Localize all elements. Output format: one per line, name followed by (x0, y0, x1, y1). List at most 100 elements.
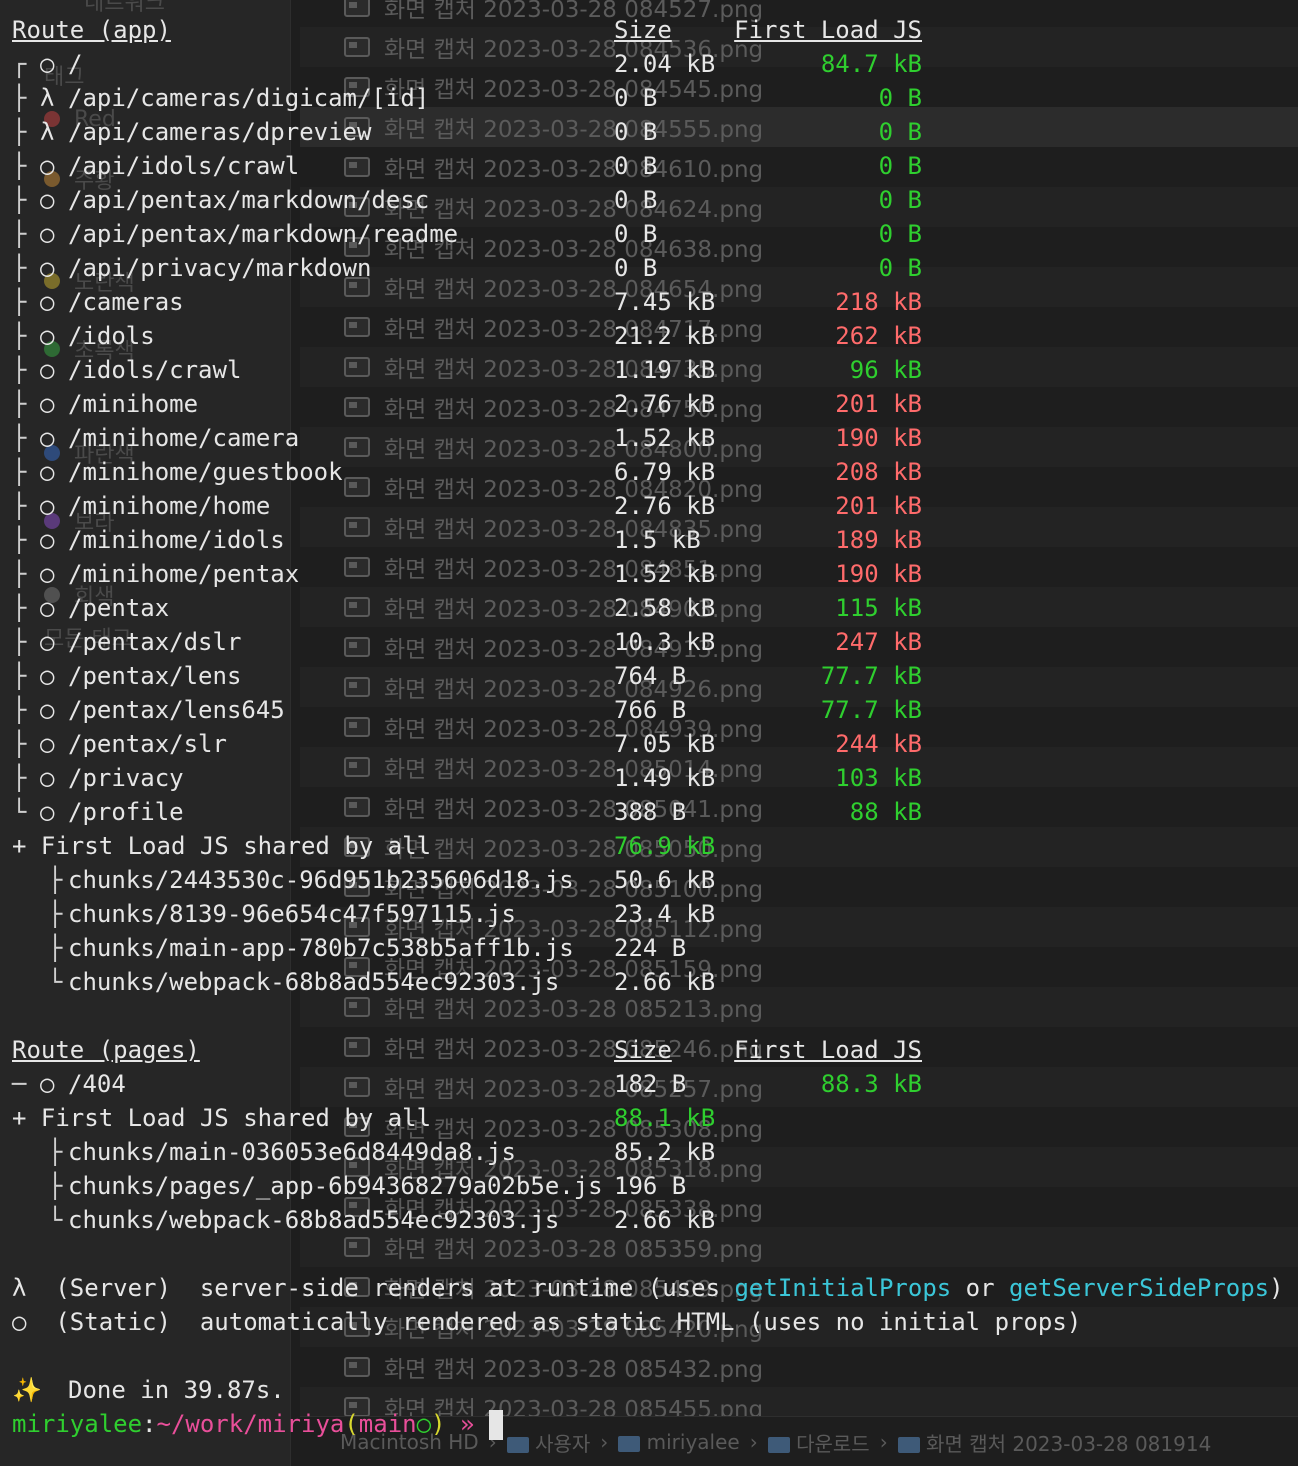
tree-branch: ├ (12, 424, 27, 452)
chunk-row: ├ chunks/main-036053e6d8449da8.js 85.2 kB (0, 1135, 1298, 1169)
route-first-load: 0 B (878, 84, 922, 112)
tree-branch: └ (48, 968, 63, 996)
route-row: ├ ○ /pentax/slr 7.05 kB 244 kB (0, 727, 1298, 761)
route-type-symbol: ○ (40, 1070, 55, 1098)
shell-prompt: miriyalee:~/work/miriya(main○) » (0, 1407, 1298, 1441)
route-size: 1.52 kB (614, 424, 716, 452)
chunk-size: 2.66 kB (614, 968, 716, 996)
route-row: ├ ○ /pentax/dslr 10.3 kB 247 kB (0, 625, 1298, 659)
route-first-load: 201 kB (835, 492, 922, 520)
table-header: Route (app) Size First Load JS (0, 13, 1298, 47)
route-type-symbol: ○ (40, 186, 55, 214)
tree-branch: ├ (12, 118, 27, 146)
prompt-branch-open: ( (344, 1410, 359, 1438)
route-size: 766 B (614, 696, 687, 724)
done-line: ✨ Done in 39.87s. (0, 1373, 1298, 1407)
route-first-load: 247 kB (835, 628, 922, 656)
shared-size: 76.9 kB (614, 832, 716, 860)
shared-label: + First Load JS shared by all (12, 1104, 432, 1132)
route-path: / (68, 50, 83, 78)
prompt[interactable]: miriyalee:~/work/miriya(main○) » (12, 1407, 503, 1441)
tree-branch: ├ (12, 458, 27, 486)
route-size: 0 B (614, 84, 658, 112)
route-row: ├ ○ /api/privacy/markdown 0 B 0 B (0, 251, 1298, 285)
route-size: 182 B (614, 1070, 687, 1098)
route-type-symbol: ○ (40, 764, 55, 792)
legend-static-text: ○ (Static) automatically rendered as sta… (12, 1305, 1081, 1339)
route-size: 1.5 kB (614, 526, 701, 554)
route-row: ├ ○ /pentax/lens645 766 B 77.7 kB (0, 693, 1298, 727)
route-type-symbol: ○ (40, 492, 55, 520)
route-first-load: 77.7 kB (820, 662, 922, 690)
route-size: 0 B (614, 152, 658, 180)
route-path: /idols/crawl (68, 356, 242, 384)
route-path: /pentax/dslr (68, 628, 242, 656)
sparkles-icon: ✨ (12, 1376, 42, 1404)
tree-branch: ├ (12, 152, 27, 180)
route-path: /privacy (68, 764, 184, 792)
tree-branch: ├ (12, 730, 27, 758)
route-first-load: 0 B (878, 254, 922, 282)
tree-branch: ├ (12, 322, 27, 350)
route-path: /idols (68, 322, 155, 350)
route-size: 2.76 kB (614, 390, 716, 418)
route-size: 1.19 kB (614, 356, 716, 384)
chunk-size: 196 B (614, 1172, 687, 1200)
route-row: ├ ○ /minihome/camera 1.52 kB 190 kB (0, 421, 1298, 455)
first-load-column-header: First Load JS (734, 1036, 922, 1064)
legend-kind: (Server) (55, 1274, 171, 1302)
tree-branch: ─ (12, 1070, 27, 1098)
route-path: /api/idols/crawl (68, 152, 300, 180)
size-column-header: Size (614, 16, 672, 44)
tree-branch: ├ (12, 764, 27, 792)
route-path: /pentax/lens645 (68, 696, 285, 724)
route-size: 0 B (614, 186, 658, 214)
chunk-name: chunks/webpack-68b8ad554ec92303.js (68, 1206, 560, 1234)
tree-branch: ├ (48, 1172, 63, 1200)
route-path: /pentax/lens (68, 662, 242, 690)
tree-branch: ┌ (12, 50, 27, 78)
legend-kind: (Static) (55, 1308, 171, 1336)
chunk-row: ├ chunks/pages/_app-6b94368279a02b5e.js 19… (0, 1169, 1298, 1203)
tree-branch: ├ (48, 866, 63, 894)
route-type-symbol: ○ (40, 662, 55, 690)
route-size: 2.76 kB (614, 492, 716, 520)
route-row: ─ ○ /404 182 B 88.3 kB (0, 1067, 1298, 1101)
route-type-symbol: λ (40, 118, 55, 146)
text-cursor[interactable] (488, 1410, 503, 1440)
route-path: /minihome/idols (68, 526, 285, 554)
prompt-dirty-indicator: ○ (416, 1410, 432, 1438)
route-type-symbol: ○ (40, 220, 55, 248)
route-type-symbol: ○ (40, 798, 55, 826)
route-first-load: 262 kB (835, 322, 922, 350)
route-size: 10.3 kB (614, 628, 716, 656)
route-row: ├ ○ /pentax 2.58 kB 115 kB (0, 591, 1298, 625)
size-column-header: Size (614, 1036, 672, 1064)
tree-branch: ├ (12, 696, 27, 724)
chunk-name: chunks/main-036053e6d8449da8.js (68, 1138, 516, 1166)
tree-branch: ├ (48, 1138, 63, 1166)
route-type-symbol: ○ (40, 390, 55, 418)
route-row: ├ λ/api/cameras/digicam/[id] 0 B 0 B (0, 81, 1298, 115)
route-type-symbol: ○ (40, 50, 55, 78)
route-path: /cameras (68, 288, 184, 316)
chunk-size: 2.66 kB (614, 1206, 716, 1234)
route-type-symbol: ○ (40, 152, 55, 180)
route-row: ├ ○ /minihome/home 2.76 kB 201 kB (0, 489, 1298, 523)
route-row: ┌ ○ / 2.04 kB 84.7 kB (0, 47, 1298, 81)
chunk-name: chunks/pages/_app-6b94368279a02b5e.js (68, 1172, 603, 1200)
route-first-load: 190 kB (835, 424, 922, 452)
route-first-load: 0 B (878, 220, 922, 248)
route-path: /minihome/guestbook (68, 458, 343, 486)
route-row: ├ ○ /privacy 1.49 kB 103 kB (0, 761, 1298, 795)
chunk-row: ├ chunks/main-app-780b7c538b5aff1b.js 224 … (0, 931, 1298, 965)
route-path: /api/pentax/markdown/readme (68, 220, 459, 248)
route-first-load: 0 B (878, 152, 922, 180)
route-type-symbol: λ (40, 84, 55, 112)
prompt-branch: main (358, 1410, 417, 1438)
route-path: /minihome/home (68, 492, 271, 520)
route-row: ├ ○ /pentax/lens 764 B 77.7 kB (0, 659, 1298, 693)
api-name: getServerSideProps (1009, 1274, 1270, 1302)
route-first-load: 0 B (878, 118, 922, 146)
route-type-symbol: ○ (40, 628, 55, 656)
